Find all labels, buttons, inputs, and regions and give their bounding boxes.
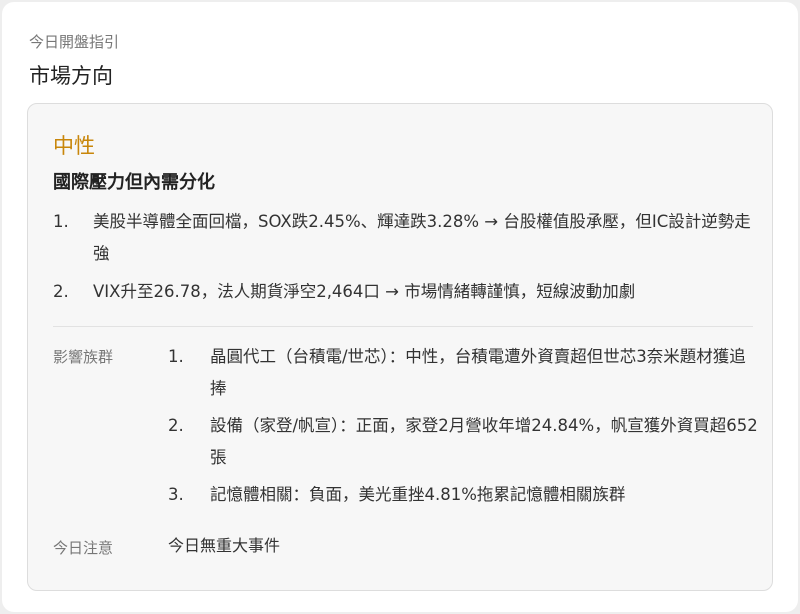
list-text: 晶圓代工（台積電/世芯）：中性，台積電遭外資賣超但世芯3奈米題材獲追捧 (210, 347, 746, 398)
page-title: 市場方向 (29, 64, 113, 88)
list-item: 3. 記憶體相關：負面，美光重挫4.81%拖累記憶體相關族群 (168, 479, 758, 511)
list-number: 1. (168, 347, 184, 366)
impact-label: 影響族群 (53, 348, 114, 366)
list-number: 2. (168, 416, 184, 435)
list-text: 設備（家登/帆宣）：正面，家登2月營收年增24.84%，帆宣獲外資買超652張 (210, 416, 758, 467)
list-text: VIX升至26.78，法人期貨淨空2,464口 → 市場情緒轉謹慎，短線波動加劇 (93, 282, 636, 301)
key-points-list: 1. 美股半導體全面回檔，SOX跌2.45%、輝達跌3.28% → 台股權值股承… (53, 206, 753, 314)
sentiment-label: 中性 (53, 134, 95, 158)
headline: 國際壓力但內需分化 (53, 172, 215, 193)
note-label: 今日注意 (53, 539, 114, 557)
list-number: 2. (53, 282, 69, 301)
list-item: 1. 晶圓代工（台積電/世芯）：中性，台積電遭外資賣超但世芯3奈米題材獲追捧 (168, 341, 758, 405)
market-guide-panel: 今日開盤指引 市場方向 中性 國際壓力但內需分化 1. 美股半導體全面回檔，SO… (2, 2, 798, 612)
market-direction-card: 中性 國際壓力但內需分化 1. 美股半導體全面回檔，SOX跌2.45%、輝達跌3… (27, 103, 773, 591)
list-text: 美股半導體全面回檔，SOX跌2.45%、輝達跌3.28% → 台股權值股承壓，但… (93, 212, 751, 263)
list-number: 1. (53, 212, 69, 231)
list-item: 1. 美股半導體全面回檔，SOX跌2.45%、輝達跌3.28% → 台股權值股承… (53, 206, 753, 270)
list-number: 3. (168, 485, 184, 504)
list-text: 記憶體相關：負面，美光重挫4.81%拖累記憶體相關族群 (210, 485, 626, 504)
impact-list: 1. 晶圓代工（台積電/世芯）：中性，台積電遭外資賣超但世芯3奈米題材獲追捧 2… (168, 341, 758, 516)
divider (53, 326, 753, 327)
list-item: 2. VIX升至26.78，法人期貨淨空2,464口 → 市場情緒轉謹慎，短線波… (53, 276, 753, 308)
note-value: 今日無重大事件 (168, 536, 281, 555)
section-kicker: 今日開盤指引 (29, 33, 120, 51)
list-item: 2. 設備（家登/帆宣）：正面，家登2月營收年增24.84%，帆宣獲外資買超65… (168, 410, 758, 474)
